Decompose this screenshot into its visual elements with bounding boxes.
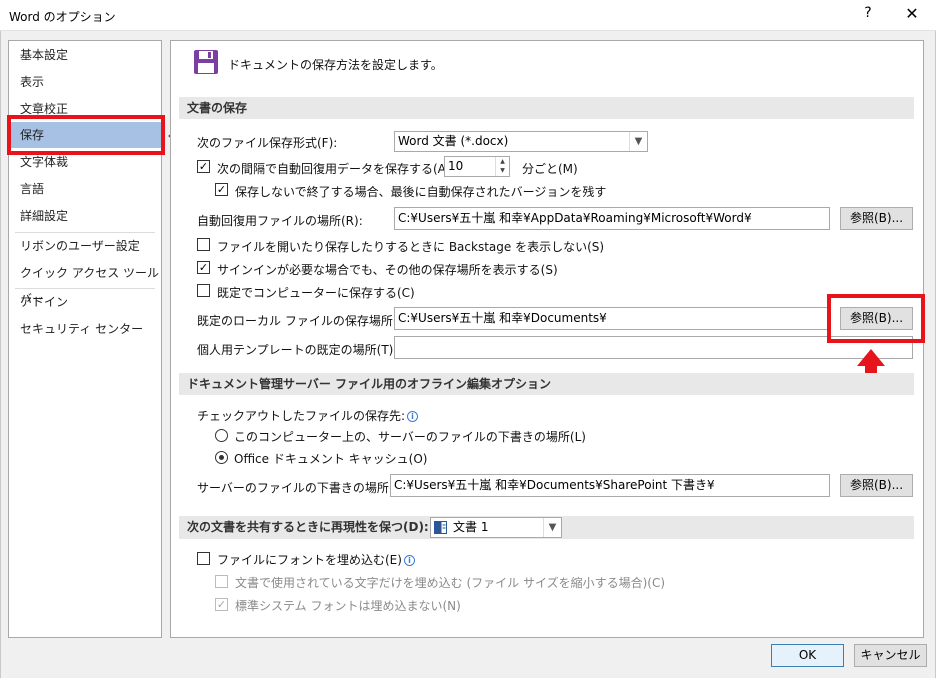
sidebar-item-customize-ribbon[interactable]: リボンのユーザー設定: [9, 233, 161, 259]
fidelity-label: 次の文書を共有するときに再現性を保つ(D):: [187, 520, 429, 534]
sidebar-item-trust-center[interactable]: セキュリティ センター: [9, 316, 161, 342]
autorecover-label: 次の間隔で自動回復用データを保存する(A):: [217, 162, 455, 176]
autorecover-checkbox[interactable]: ✓: [197, 160, 210, 173]
autorecover-minutes-spinner[interactable]: 10 ▲ ▼: [444, 156, 510, 177]
autorecover-location-label: 自動回復用ファイルの場所(R):: [197, 214, 363, 228]
window-title: Word のオプション: [9, 10, 116, 24]
server-drafts-location-input[interactable]: C:¥Users¥五十嵐 和幸¥Documents¥SharePoint 下書き…: [390, 474, 830, 497]
sidebar-item-general[interactable]: 基本設定: [9, 42, 161, 68]
autorecover-location-input[interactable]: C:¥Users¥五十嵐 和幸¥AppData¥Roaming¥Microsof…: [394, 207, 830, 230]
help-button[interactable]: ?: [857, 5, 879, 21]
section-header-save-documents: 文書の保存: [179, 97, 914, 119]
autorecover-unit-label: 分ごと(M): [522, 162, 578, 176]
cancel-button[interactable]: キャンセル: [854, 644, 927, 667]
save-to-computer-checkbox[interactable]: [197, 284, 210, 297]
embed-fonts-label: ファイルにフォントを埋め込む(E) i: [217, 551, 415, 568]
fidelity-document-select[interactable]: 文書 1 ▼: [430, 517, 562, 538]
sidebar-item-language[interactable]: 言語: [9, 176, 161, 202]
ok-button[interactable]: OK: [771, 644, 844, 667]
autorecover-minutes-value: 10: [448, 159, 464, 173]
server-drafts-radio[interactable]: [215, 429, 228, 442]
hide-backstage-checkbox[interactable]: [197, 238, 210, 251]
embed-used-chars-label: 文書で使用されている文字だけを埋め込む (ファイル サイズを縮小する場合)(C): [235, 576, 666, 590]
page-description: ドキュメントの保存方法を設定します。: [228, 58, 443, 72]
browse-server-drafts-button[interactable]: 参照(B)...: [840, 474, 913, 497]
browse-autorecover-button[interactable]: 参照(B)...: [840, 207, 913, 230]
word-document-icon: [434, 521, 447, 534]
sidebar-item-addins[interactable]: アドイン: [9, 289, 161, 315]
save-to-computer-label: 既定でコンピューターに保存する(C): [217, 286, 415, 300]
no-system-fonts-label: 標準システム フォントは埋め込まない(N): [235, 599, 461, 613]
save-format-value: Word 文書 (*.docx): [398, 134, 509, 148]
no-system-fonts-checkbox[interactable]: ✓: [215, 598, 228, 611]
section-header-offline-editing: ドキュメント管理サーバー ファイル用のオフライン編集オプション: [179, 373, 914, 395]
save-format-label: 次のファイル保存形式(F):: [197, 136, 338, 150]
office-cache-label: Office ドキュメント キャッシュ(O): [234, 452, 428, 466]
sidebar-item-advanced[interactable]: 詳細設定: [9, 203, 161, 229]
hide-backstage-label: ファイルを開いたり保存したりするときに Backstage を表示しない(S): [217, 240, 605, 254]
embed-fonts-checkbox[interactable]: [197, 552, 210, 565]
info-icon: i: [407, 411, 419, 422]
office-cache-radio[interactable]: [215, 451, 228, 464]
browse-button-highlight-box: [827, 294, 925, 343]
local-file-location-label: 既定のローカル ファイルの保存場所(I):: [197, 314, 410, 328]
sidebar-item-display[interactable]: 表示: [9, 69, 161, 95]
fidelity-document-value: 文書 1: [453, 520, 489, 534]
info-icon: i: [403, 555, 415, 566]
save-format-select[interactable]: Word 文書 (*.docx) ▼: [394, 131, 648, 152]
keep-last-autosaved-checkbox[interactable]: ✓: [215, 183, 228, 196]
embed-used-chars-checkbox[interactable]: [215, 575, 228, 588]
embed-fonts-text: ファイルにフォントを埋め込む(E): [217, 553, 402, 567]
keep-last-autosaved-label: 保存しないで終了する場合、最後に自動保存されたバージョンを残す: [235, 185, 607, 199]
checkout-location-text: チェックアウトしたファイルの保存先:: [197, 409, 406, 423]
radio-selected-dot: [219, 455, 224, 460]
checkout-location-label: チェックアウトしたファイルの保存先: i: [197, 407, 419, 424]
server-drafts-label: このコンピューター上の、サーバーのファイルの下書きの場所(L): [234, 430, 586, 444]
server-drafts-location-label: サーバーのファイルの下書きの場所(V):: [197, 481, 411, 495]
chevron-down-icon[interactable]: ▼: [629, 132, 647, 151]
title-bar: Word のオプション ? ✕: [0, 0, 936, 31]
show-additional-places-label: サインインが必要な場合でも、その他の保存場所を表示する(S): [217, 263, 558, 277]
chevron-down-icon[interactable]: ▼: [543, 518, 561, 537]
show-additional-places-checkbox[interactable]: ✓: [197, 261, 210, 274]
template-location-label: 個人用テンプレートの既定の場所(T):: [197, 343, 398, 357]
save-item-highlight-box: [7, 115, 165, 155]
floppy-disk-icon: [194, 50, 218, 74]
sidebar-item-quick-access-toolbar[interactable]: クイック アクセス ツール バー: [9, 260, 161, 306]
spinner-arrows-icon[interactable]: ▲ ▼: [495, 157, 509, 176]
local-file-location-input[interactable]: C:¥Users¥五十嵐 和幸¥Documents¥: [394, 307, 830, 330]
close-button[interactable]: ✕: [900, 4, 924, 23]
